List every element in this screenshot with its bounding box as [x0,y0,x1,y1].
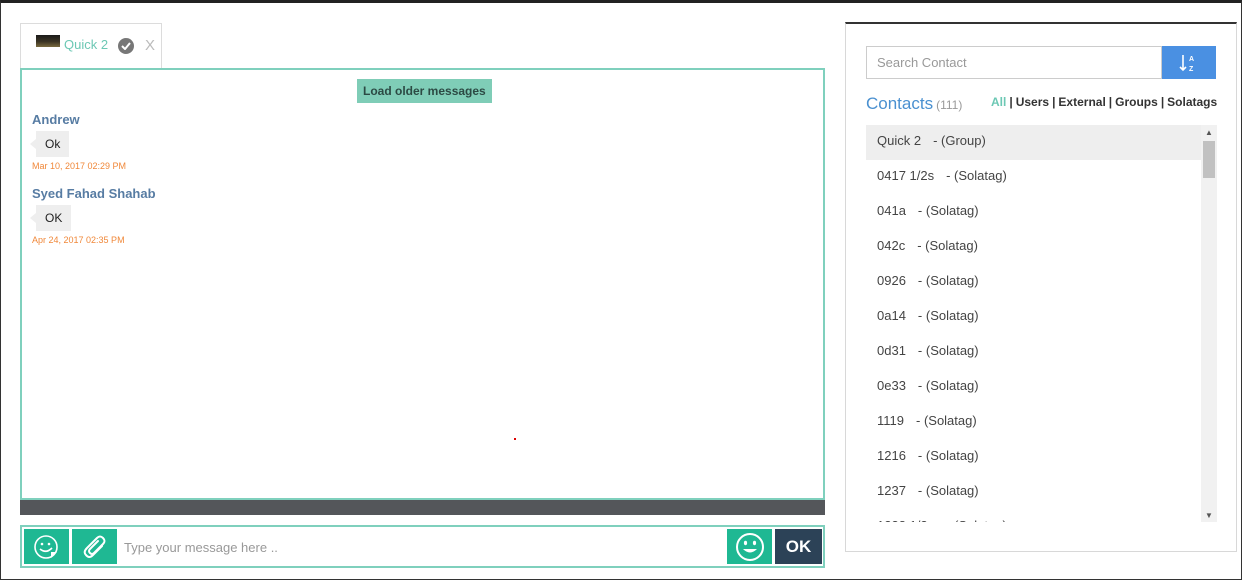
filter-solatags[interactable]: Solatags [1167,95,1217,109]
contact-name: 1119 [877,413,904,428]
contact-name: 1216 [877,448,906,463]
contact-name: 041a [877,203,906,218]
contact-type: - (Solatag) [917,203,979,218]
contact-name: 0417 1/2s [877,168,935,183]
chat-messages-area[interactable]: Load older messages Andrew Ok Mar 10, 20… [20,68,825,500]
contact-list-scrollbar[interactable]: ▲ ▼ [1201,125,1217,522]
contact-type: - (Solatag) [917,273,979,288]
filter-groups[interactable]: Groups [1115,95,1158,109]
contact-type: - (Solatag) [916,413,977,428]
contact-item[interactable]: 041a - (Solatag) [866,195,1201,230]
attach-button[interactable] [72,529,117,564]
contact-type: - (Solatag) [917,378,979,393]
smiley-icon [735,532,764,561]
filter-separator: | [1009,95,1013,109]
message-item: Syed Fahad Shahab OK Apr 24, 2017 02:35 … [29,186,156,245]
contact-item[interactable]: 0d31 - (Solatag) [866,335,1201,370]
message-input[interactable] [122,531,726,564]
scroll-up-arrow-icon[interactable]: ▲ [1201,125,1217,139]
message-timestamp: Mar 10, 2017 02:29 PM [32,161,127,171]
sort-az-icon: A Z [1179,54,1194,73]
message-timestamp: Apr 24, 2017 02:35 PM [32,235,125,245]
contact-type: - (Solatag) [917,448,979,463]
chat-tab-title[interactable]: Quick 2 [64,37,108,52]
sticker-icon [33,534,58,559]
close-tab-button[interactable]: X [145,37,155,54]
filter-external[interactable]: External [1058,95,1105,109]
sticker-button[interactable] [24,529,69,564]
message-item: Andrew Ok Mar 10, 2017 02:29 PM [29,112,127,171]
scroll-down-arrow-icon[interactable]: ▼ [1201,508,1217,522]
contact-list: Quick 2 - (Group) 0417 1/2s - (Solatag) 04… [866,125,1201,522]
message-composer: OK [20,525,825,568]
contact-type: - (Solatag) [917,343,979,358]
emoji-button[interactable] [727,529,772,564]
contact-item[interactable]: 0a14 - (Solatag) [866,300,1201,335]
contact-item[interactable]: 1119 - (Solatag) [866,405,1201,440]
load-older-messages-button[interactable]: Load older messages [357,79,492,103]
contact-item[interactable]: 0926 - (Solatag) [866,265,1201,300]
contact-filters: All | Users | External | Groups | Solatags [991,95,1217,109]
contact-item[interactable]: 1238 1/2s - (Solatag) [866,510,1201,522]
filter-separator: | [1160,95,1165,109]
search-contact-input[interactable] [866,46,1162,79]
stray-dot [514,438,516,440]
contact-list-viewport[interactable]: Quick 2 - (Group) 0417 1/2s - (Solatag) 04… [866,125,1217,522]
contacts-count: (111) [936,98,963,112]
contact-name: Quick 2 [877,133,922,148]
contact-name: 0e33 [877,378,906,393]
contacts-heading: Contacts (111) [866,94,962,114]
message-bubble: OK [29,205,72,231]
message-sender[interactable]: Syed Fahad Shahab [32,186,156,201]
message-bubble: Ok [29,131,70,157]
contact-item[interactable]: 1216 - (Solatag) [866,440,1201,475]
contact-item[interactable]: 0e33 - (Solatag) [866,370,1201,405]
chat-tab[interactable]: Quick 2 X [20,23,162,69]
filter-all[interactable]: All [991,95,1006,109]
group-avatar [36,35,60,47]
svg-text:Z: Z [1189,66,1194,73]
scrollbar-thumb[interactable] [1203,141,1215,178]
contact-type: - (Group) [933,133,986,148]
sort-button[interactable]: A Z [1162,46,1216,79]
filter-separator: | [1108,95,1113,109]
filter-users[interactable]: Users [1016,95,1049,109]
contact-item[interactable]: 042c - (Solatag) [866,230,1201,265]
contact-item[interactable]: Quick 2 - (Group) [866,125,1201,160]
contact-item[interactable]: 1237 - (Solatag) [866,475,1201,510]
contacts-panel: A Z Contacts(111) All|Users|External|Gro… [845,22,1237,552]
chat-divider-bar [20,500,825,515]
svg-text:A: A [1189,56,1194,63]
check-circle-icon[interactable] [118,38,134,54]
contact-name: 0926 [877,273,906,288]
contact-name: 1237 [877,483,906,498]
send-button[interactable]: OK [775,529,822,564]
filter-separator: | [1052,95,1056,109]
message-sender[interactable]: Andrew [32,112,126,127]
contact-name: 0d31 [877,343,906,358]
contacts-title: Contacts [866,94,934,113]
contact-name: 0a14 [877,308,906,323]
contact-type: - (Solatag) [917,308,979,323]
paperclip-icon [83,535,105,558]
contact-item[interactable]: 0417 1/2s - (Solatag) [866,160,1201,195]
contact-name: 042c [877,238,906,253]
contact-type: - (Solatag) [946,518,1007,522]
contact-type: - (Solatag) [946,168,1007,183]
contact-type: - (Solatag) [917,483,979,498]
contact-type: - (Solatag) [917,238,978,253]
contact-name: 1238 1/2s [877,510,934,522]
